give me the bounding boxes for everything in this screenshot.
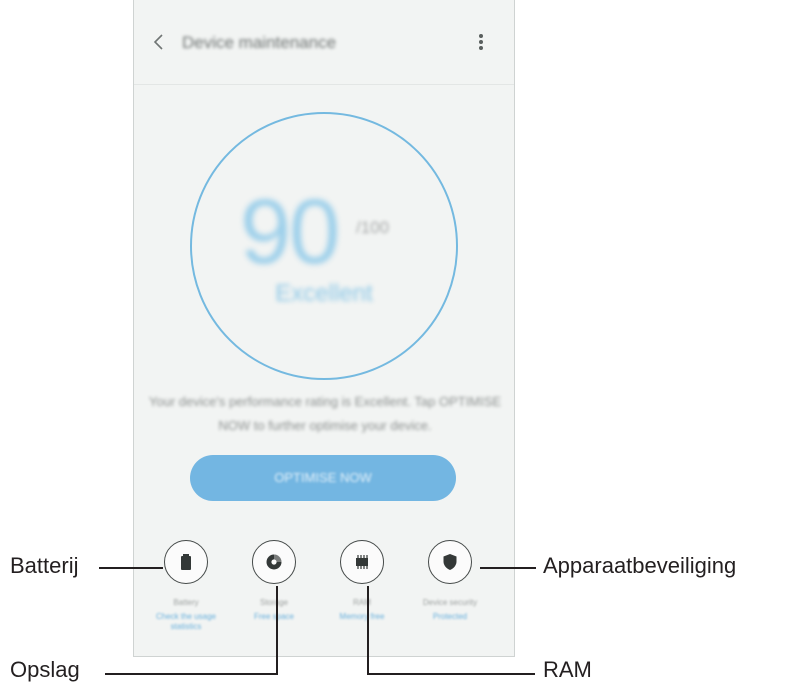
ram-icon [356, 555, 368, 569]
score-rating: Excellent [275, 280, 373, 307]
battery-label: Battery [173, 598, 199, 607]
performance-description: Your device's performance rating is Exce… [148, 394, 502, 433]
callout-ram: RAM [543, 657, 592, 682]
callout-ram-line-h [367, 673, 535, 675]
ram-button[interactable] [340, 540, 384, 584]
callout-storage-line-v [276, 586, 278, 675]
callout-storage-line-h [105, 673, 278, 675]
callout-storage: Opslag [10, 657, 80, 682]
storage-icon [266, 554, 282, 570]
storage-value: Free space [253, 612, 295, 621]
callout-security-line [480, 567, 536, 569]
callout-battery: Batterij [10, 553, 79, 578]
security-label: Device security [422, 598, 478, 607]
phone-screen: Device maintenance 90 /100 Excellent You… [133, 0, 515, 657]
more-options-icon[interactable] [476, 30, 486, 54]
callout-battery-line [99, 567, 163, 569]
storage-label: Storage [259, 598, 289, 607]
page-title: Device maintenance [182, 33, 337, 52]
security-value: Protected [432, 612, 468, 621]
callout-security: Apparaatbeveiliging [543, 553, 737, 578]
battery-button[interactable] [164, 540, 208, 584]
ram-value: Memory free [339, 612, 385, 621]
callout-ram-line-v [367, 586, 369, 675]
score-value: 90 [240, 181, 340, 283]
battery-icon [181, 554, 191, 570]
optimize-now-label: OPTIMISE NOW [274, 470, 372, 485]
storage-button[interactable] [252, 540, 296, 584]
shield-icon [443, 554, 457, 570]
battery-value: Check the usage statistics [155, 612, 217, 631]
app-bar: Device maintenance [134, 0, 514, 85]
ram-label: RAM [353, 598, 371, 607]
security-button[interactable] [428, 540, 472, 584]
back-arrow-icon[interactable] [150, 30, 170, 54]
score-max: /100 [356, 218, 390, 237]
optimize-now-button[interactable]: OPTIMISE NOW [190, 455, 456, 501]
